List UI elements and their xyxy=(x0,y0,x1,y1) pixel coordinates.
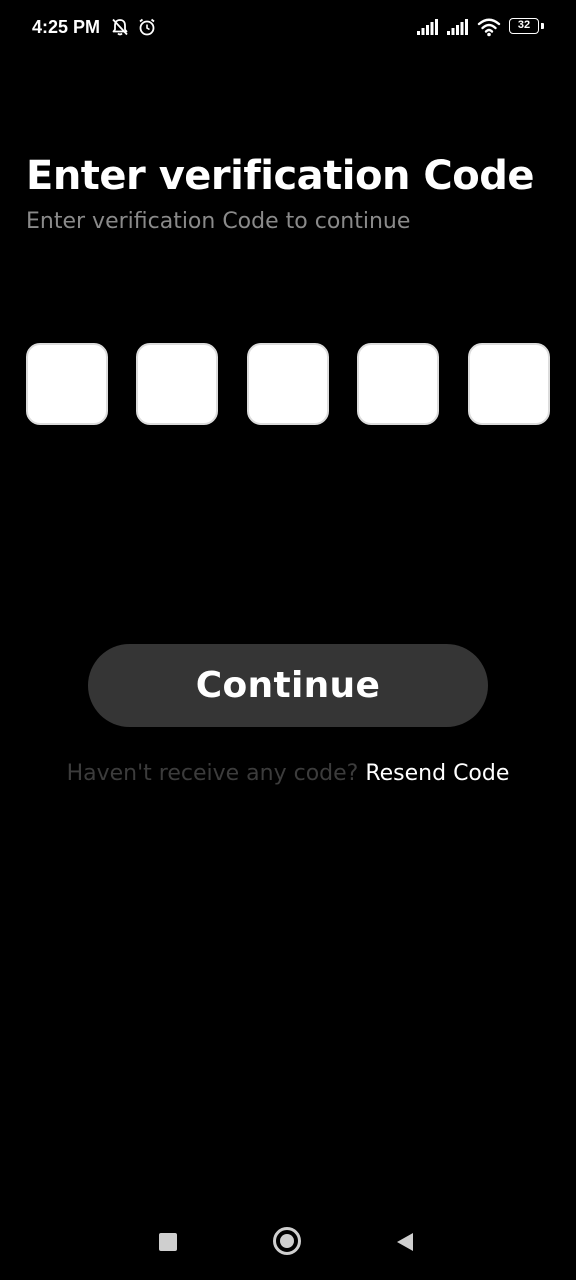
resend-row: Haven't receive any code? Resend Code xyxy=(0,759,576,789)
signal-icon xyxy=(417,19,438,35)
page-subtitle: Enter verification Code to continue xyxy=(26,209,411,234)
code-digit-5-input[interactable] xyxy=(468,343,550,425)
home-circle-inner xyxy=(280,1234,294,1248)
code-digit-1-input[interactable] xyxy=(26,343,108,425)
alarm-icon xyxy=(139,18,155,36)
battery-icon: 32 xyxy=(509,18,539,34)
resend-prompt: Haven't receive any code? xyxy=(66,761,359,786)
wifi-icon xyxy=(477,18,501,37)
code-digit-4-input[interactable] xyxy=(357,343,439,425)
home-circle-icon[interactable] xyxy=(273,1227,301,1255)
recents-square-icon[interactable] xyxy=(159,1233,177,1251)
signal-icon xyxy=(447,19,468,35)
back-triangle-icon[interactable] xyxy=(396,1232,414,1252)
bell-off-icon xyxy=(112,18,128,36)
continue-button[interactable]: Continue xyxy=(88,644,488,727)
code-digit-3-input[interactable] xyxy=(247,343,329,425)
resend-code-link[interactable]: Resend Code xyxy=(365,761,509,786)
battery-tip xyxy=(541,23,544,29)
status-time: 4:25 PM xyxy=(32,17,101,37)
status-bar: 4:25 PM 32 xyxy=(0,0,576,56)
verification-code-input xyxy=(26,343,550,425)
code-digit-2-input[interactable] xyxy=(136,343,218,425)
page-title: Enter verification Code xyxy=(26,153,534,199)
